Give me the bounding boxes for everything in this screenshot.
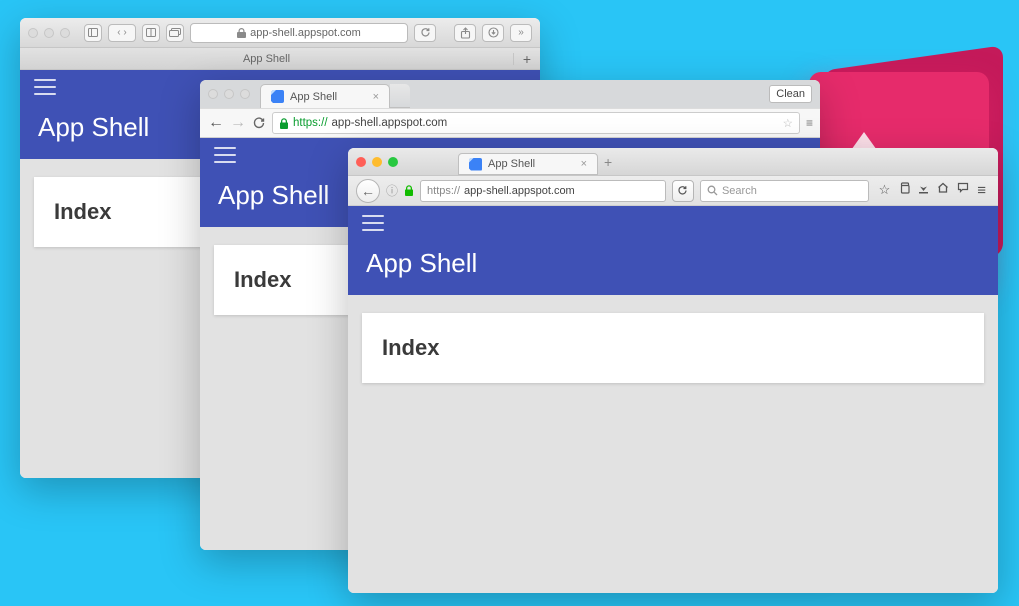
zoom-dot[interactable] <box>60 28 70 38</box>
tab-curl <box>390 84 410 108</box>
tabs-button[interactable] <box>166 24 184 42</box>
firefox-tab-title: App Shell <box>488 158 535 170</box>
layout-button[interactable] <box>142 24 160 42</box>
minimize-dot[interactable] <box>44 28 54 38</box>
hamburger-icon[interactable] <box>362 215 384 231</box>
hamburger-icon[interactable] <box>214 147 236 163</box>
new-tab-button[interactable]: + <box>514 51 540 67</box>
downloads-button[interactable] <box>482 24 504 42</box>
firefox-menu-button[interactable]: ≡ <box>977 182 986 199</box>
firefox-search-box[interactable]: Search <box>700 180 869 202</box>
safari-url: app-shell.appspot.com <box>250 27 361 39</box>
app-bar: App Shell <box>348 206 998 295</box>
back-button[interactable]: ← <box>208 114 224 132</box>
chrome-menu-button[interactable]: ≡ <box>806 116 812 130</box>
safari-tab[interactable]: App Shell <box>20 53 514 65</box>
nav-back-forward[interactable]: ‹ › <box>108 24 136 42</box>
bookmark-star-icon[interactable]: ☆ <box>879 182 891 199</box>
url-scheme: https:// <box>427 185 460 197</box>
chat-icon[interactable] <box>957 182 969 199</box>
firefox-tab-strip: App Shell × + <box>348 148 998 176</box>
close-dot[interactable] <box>28 28 38 38</box>
firefox-url: app-shell.appspot.com <box>464 185 575 197</box>
chevron-right-icon: › <box>123 27 126 38</box>
safari-toolbar: ‹ › app-shell.appspot.com » <box>20 18 540 48</box>
back-button[interactable]: ← <box>356 179 380 203</box>
favicon-icon <box>469 158 482 171</box>
app-title: App Shell <box>348 240 998 281</box>
clean-button[interactable]: Clean <box>769 85 812 103</box>
search-icon <box>707 185 718 196</box>
page-heading: Index <box>382 335 964 361</box>
safari-tab-strip: App Shell + <box>20 48 540 70</box>
safari-address-bar[interactable]: app-shell.appspot.com <box>190 23 408 43</box>
window-controls[interactable] <box>208 89 250 99</box>
close-dot[interactable] <box>356 157 366 167</box>
window-controls[interactable] <box>356 157 398 167</box>
chrome-tab-title: App Shell <box>290 91 337 103</box>
zoom-dot[interactable] <box>240 89 250 99</box>
chrome-tab[interactable]: App Shell × <box>260 84 390 108</box>
lock-icon <box>404 185 414 196</box>
window-controls[interactable] <box>28 28 70 38</box>
hamburger-icon[interactable] <box>34 79 56 95</box>
safari-tab-title: App Shell <box>243 53 290 65</box>
favicon-icon <box>271 90 284 103</box>
sidebar-button[interactable] <box>84 24 102 42</box>
minimize-dot[interactable] <box>372 157 382 167</box>
chevron-left-icon: ‹ <box>117 27 120 38</box>
chrome-toolbar: ← → https:// app-shell.appspot.com ☆ ≡ <box>200 108 820 138</box>
minimize-dot[interactable] <box>224 89 234 99</box>
chevrons-right-icon: » <box>518 27 524 38</box>
new-tab-button[interactable]: + <box>604 154 612 170</box>
forward-button[interactable]: → <box>230 114 246 132</box>
download-icon[interactable] <box>918 182 929 199</box>
home-icon[interactable] <box>937 182 949 199</box>
chrome-address-bar[interactable]: https:// app-shell.appspot.com ☆ <box>272 112 800 134</box>
library-icon[interactable] <box>898 182 910 199</box>
reload-button[interactable] <box>252 116 266 130</box>
share-button[interactable] <box>454 24 476 42</box>
close-tab-icon[interactable]: × <box>373 91 379 103</box>
overflow-button[interactable]: » <box>510 24 532 42</box>
search-placeholder: Search <box>722 185 757 197</box>
reload-button[interactable] <box>414 24 436 42</box>
chrome-url: app-shell.appspot.com <box>332 117 448 129</box>
lock-icon <box>237 28 246 38</box>
chrome-tab-strip: App Shell × Clean <box>200 80 820 108</box>
zoom-dot[interactable] <box>388 157 398 167</box>
firefox-toolbar: ← ⓘ https:// app-shell.appspot.com Search… <box>348 176 998 206</box>
reload-button[interactable] <box>672 180 694 202</box>
close-tab-icon[interactable]: × <box>581 158 587 170</box>
firefox-window: App Shell × + ← ⓘ https:// app-shell.apps… <box>348 148 998 593</box>
firefox-toolbar-icons: ☆ ≡ <box>875 182 990 199</box>
identity-icon[interactable]: ⓘ <box>386 182 398 199</box>
url-scheme: https:// <box>293 117 328 129</box>
close-dot[interactable] <box>208 89 218 99</box>
firefox-tab[interactable]: App Shell × <box>458 153 598 175</box>
bookmark-star-icon[interactable]: ☆ <box>783 116 793 130</box>
firefox-address-bar[interactable]: https:// app-shell.appspot.com <box>420 180 666 202</box>
lock-icon <box>279 118 289 129</box>
content-card: Index <box>362 313 984 383</box>
